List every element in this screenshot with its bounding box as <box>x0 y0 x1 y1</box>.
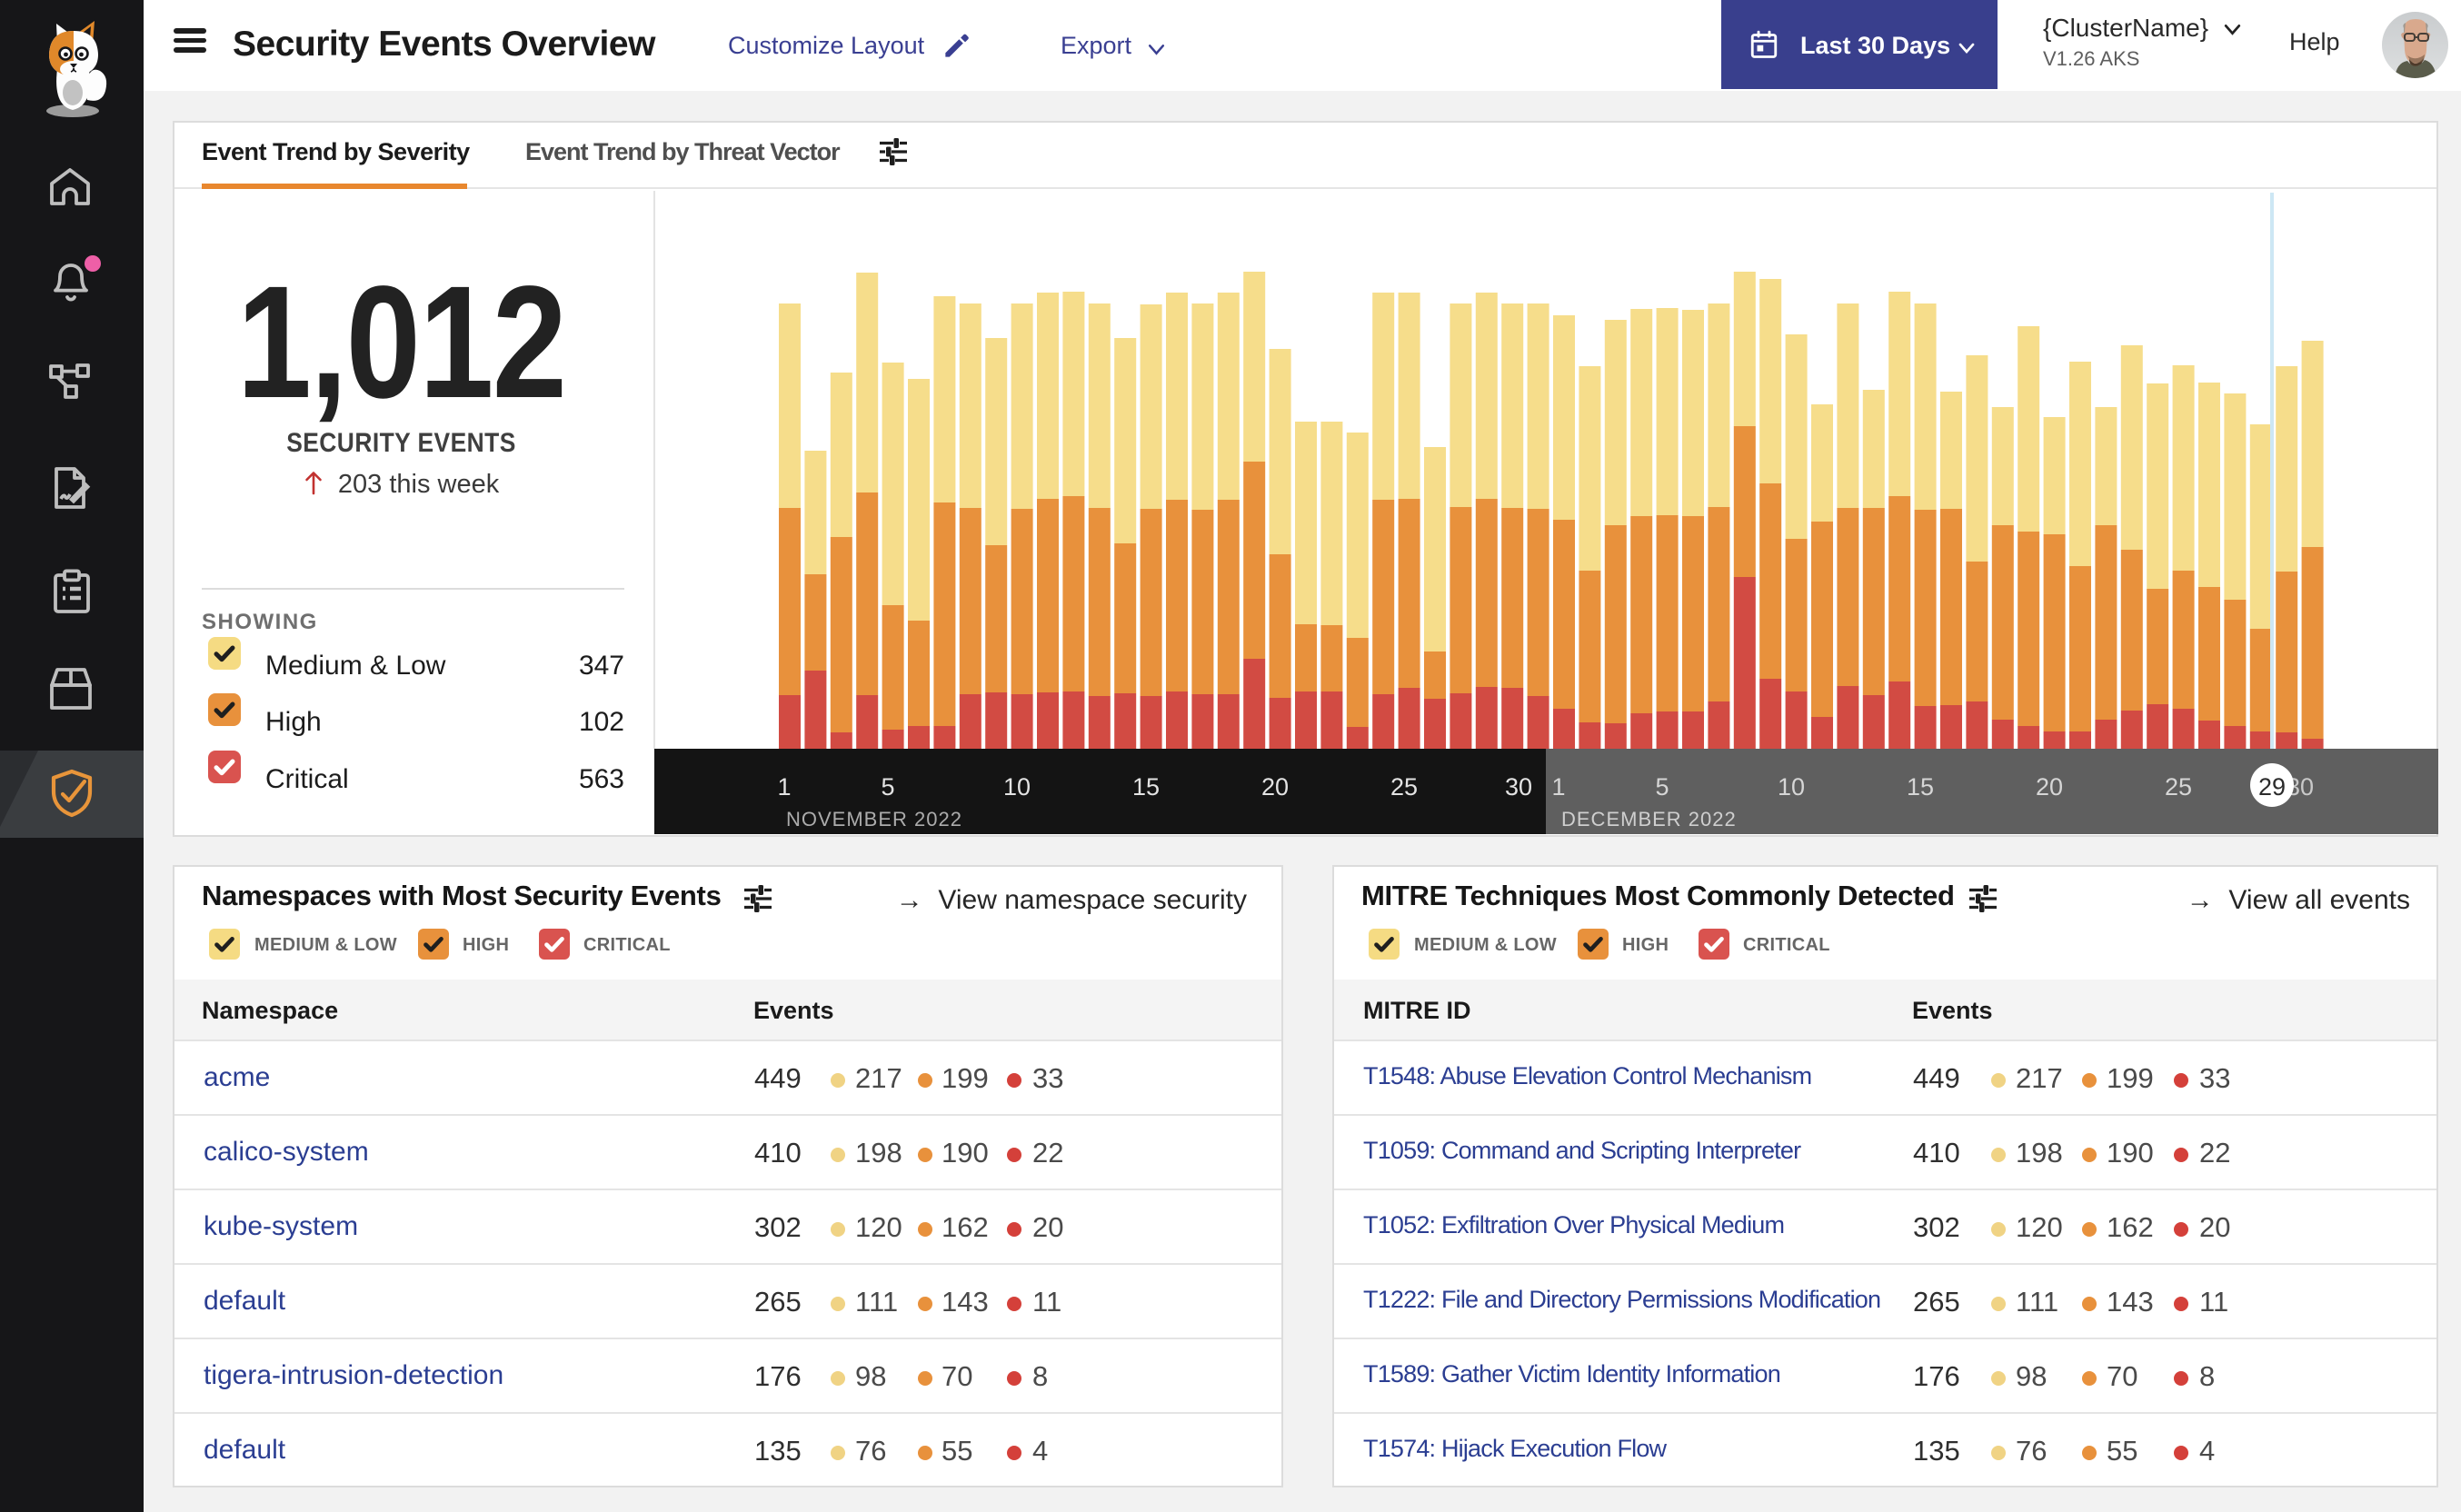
svg-text:10: 10 <box>1003 773 1031 801</box>
svg-text:15: 15 <box>1907 773 1934 801</box>
svg-text:25: 25 <box>1390 773 1418 801</box>
svg-text:30: 30 <box>1505 773 1532 801</box>
svg-text:1: 1 <box>1551 773 1565 801</box>
svg-text:10: 10 <box>1778 773 1805 801</box>
svg-text:25: 25 <box>2165 773 2192 801</box>
svg-text:20: 20 <box>2036 773 2063 801</box>
svg-text:DECEMBER 2022: DECEMBER 2022 <box>1561 808 1737 831</box>
svg-text:20: 20 <box>1261 773 1289 801</box>
svg-text:5: 5 <box>881 773 894 801</box>
svg-text:NOVEMBER 2022: NOVEMBER 2022 <box>786 808 962 831</box>
svg-text:1: 1 <box>777 773 791 801</box>
svg-text:29: 29 <box>2258 773 2286 801</box>
svg-text:15: 15 <box>1132 773 1160 801</box>
svg-text:5: 5 <box>1655 773 1669 801</box>
